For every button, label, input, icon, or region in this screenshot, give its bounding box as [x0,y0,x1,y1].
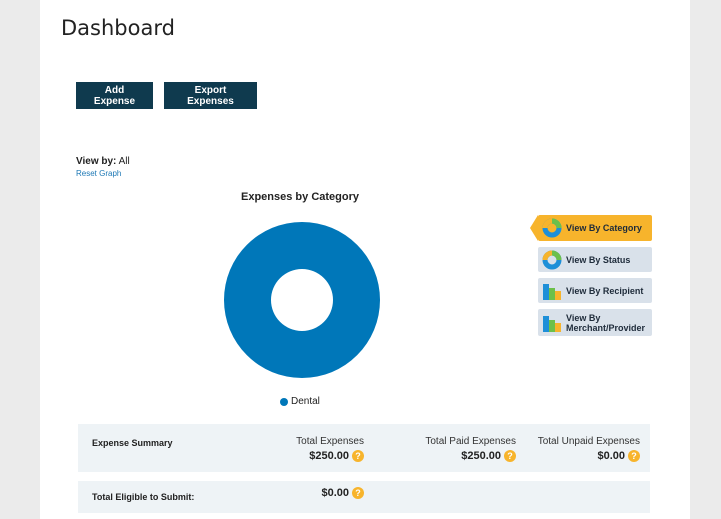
expense-summary-row: Expense Summary Total Expenses $250.00? … [78,424,650,472]
view-by-merchant-label: View By Merchant/Provider [566,312,646,333]
total-expenses-label: Total Expenses [296,436,364,447]
legend-label-dental: Dental [291,396,320,407]
view-by-category-button[interactable]: View By Category [530,215,652,241]
view-by-label: View by: [76,156,117,167]
eligible-cell: $0.00? [274,487,364,499]
view-by-status-button[interactable]: View By Status [538,247,652,272]
total-paid-label: Total Paid Expenses [425,436,516,447]
legend-dot-dental [280,397,288,406]
help-icon[interactable]: ? [352,450,364,462]
view-by-merchant-button[interactable]: View By Merchant/Provider [538,309,652,336]
dashboard-panel: Dashboard Add Expense Export Expenses Vi… [40,0,690,519]
help-icon[interactable]: ? [504,450,516,462]
total-expenses-cell: Total Expenses $250.00? [274,436,364,462]
view-by-status-label: View By Status [566,254,631,265]
chart-title: Expenses by Category [241,191,359,203]
bar-chart-icon [543,283,561,300]
help-icon[interactable]: ? [628,450,640,462]
view-by-filter: View by: All [76,156,130,167]
page-title: Dashboard [61,16,175,40]
eligible-label: Total Eligible to Submit: [92,492,195,502]
view-by-category-label: View By Category [566,223,642,233]
expense-summary-title: Expense Summary [92,438,173,448]
reset-graph-link[interactable]: Reset Graph [76,169,121,178]
export-expenses-button[interactable]: Export Expenses [164,82,257,109]
right-gutter [690,0,721,519]
chart-legend[interactable]: Dental [280,396,320,407]
view-by-recipient-label: View By Recipient [566,285,644,296]
total-expenses-value: $250.00 [309,450,349,462]
donut-icon [542,218,562,238]
total-paid-value: $250.00 [461,450,501,462]
expense-donut-chart[interactable] [220,218,384,382]
total-unpaid-value: $0.00 [597,450,625,462]
total-unpaid-cell: Total Unpaid Expenses $0.00? [528,436,640,462]
total-paid-cell: Total Paid Expenses $250.00? [396,436,516,462]
donut-icon [542,250,562,269]
add-expense-button[interactable]: Add Expense [76,82,153,109]
view-by-value: All [118,156,130,167]
donut-slice-dental[interactable] [224,222,380,378]
help-icon[interactable]: ? [352,487,364,499]
eligible-value: $0.00 [321,487,349,499]
bar-chart-icon [543,315,561,332]
total-unpaid-label: Total Unpaid Expenses [537,436,640,447]
left-gutter [0,0,40,519]
view-by-recipient-button[interactable]: View By Recipient [538,278,652,303]
eligible-row: Total Eligible to Submit: $0.00? [78,481,650,513]
